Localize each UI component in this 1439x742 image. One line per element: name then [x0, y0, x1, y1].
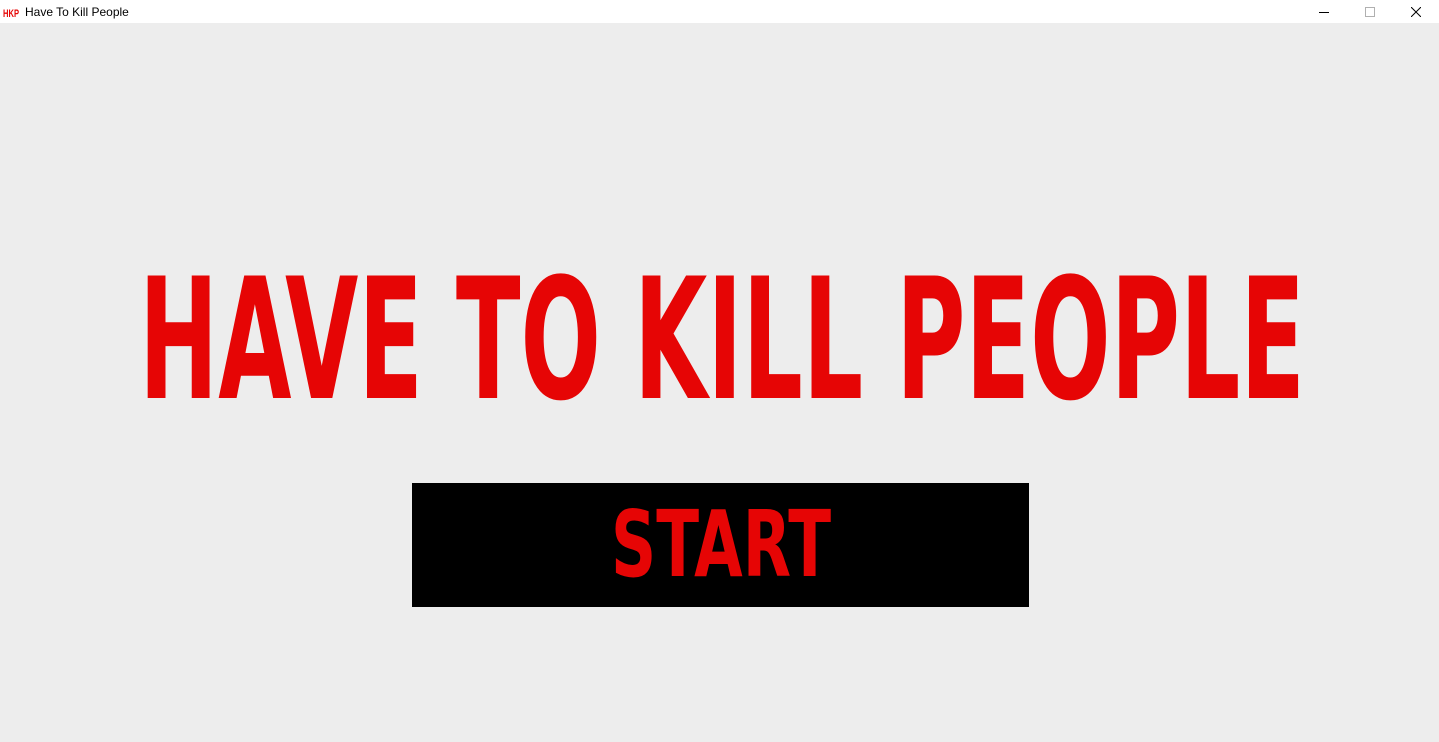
close-button[interactable] [1393, 0, 1439, 23]
minimize-icon [1319, 11, 1329, 13]
maximize-button[interactable] [1347, 0, 1393, 23]
title-bar[interactable]: HKP Have To Kill People [0, 0, 1439, 23]
game-title: HAVE TO KILL PEOPLE [139, 242, 1305, 430]
start-label-graphic: START [611, 491, 831, 598]
close-icon [1411, 6, 1421, 17]
minimize-button[interactable] [1301, 0, 1347, 23]
hkp-logo-icon: HKP [3, 5, 19, 19]
window-controls [1301, 0, 1439, 23]
window-title: Have To Kill People [25, 4, 129, 19]
start-button[interactable]: START [412, 483, 1029, 607]
maximize-icon [1365, 6, 1375, 17]
game-title-text: HAVE TO KILL PEOPLE [139, 242, 1305, 430]
start-label: START [611, 491, 831, 598]
svg-text:HKP: HKP [3, 8, 19, 19]
game-window: HKP Have To Kill People HAVE TO KILL PEO… [0, 0, 1439, 742]
